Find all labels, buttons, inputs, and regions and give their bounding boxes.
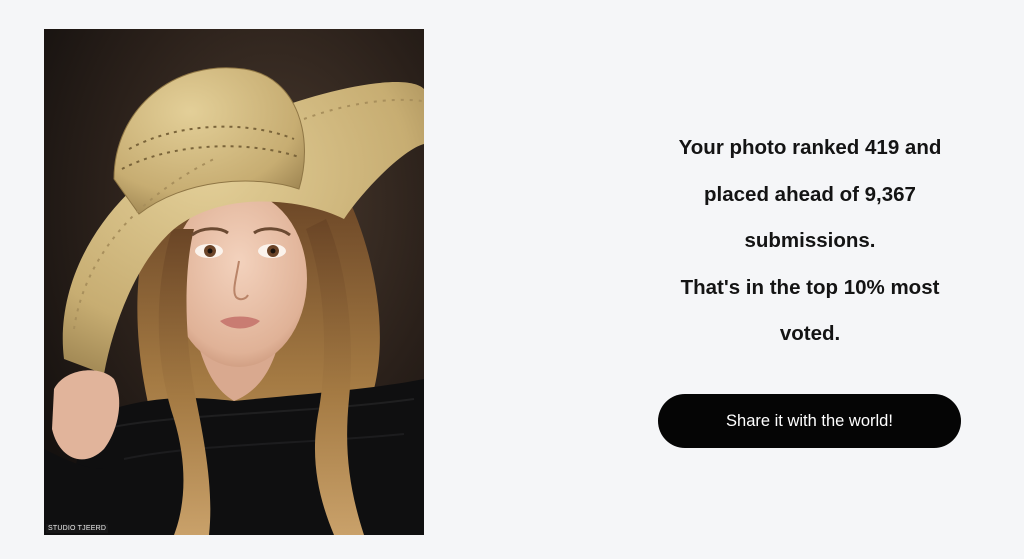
result-line: That's in the top 10% most (680, 275, 940, 299)
result-line: voted. (779, 322, 841, 345)
result-line: Your photo ranked 419 and (678, 136, 942, 159)
ranking-result: Your photo ranked 419 and placed ahead o… (640, 125, 980, 358)
result-line: submissions. (744, 229, 876, 252)
photo-watermark: STUDIO TJEERD (46, 524, 109, 533)
share-button[interactable]: Share it with the world! (658, 394, 961, 448)
result-line: placed ahead of 9,367 (704, 182, 916, 206)
portrait-illustration (44, 29, 424, 535)
submitted-photo: STUDIO TJEERD (44, 29, 424, 535)
